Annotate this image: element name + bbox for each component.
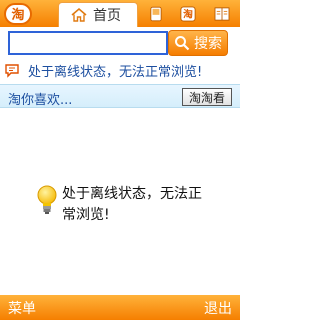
book-icon (214, 7, 230, 21)
search-icon (175, 36, 190, 51)
lightbulb-icon (37, 185, 57, 214)
offline-message-text: 处于离线状态，无法正常浏览! (62, 186, 202, 223)
recommend-bar: 淘你喜欢... 淘淘看 (0, 84, 240, 108)
offline-notice: 处于离线状态，无法正常浏览! (0, 59, 240, 81)
search-area: 搜索 (0, 27, 240, 59)
taobao-icon: 淘 (180, 6, 196, 22)
menu-softkey[interactable]: 菜单 (8, 298, 36, 318)
tab-book[interactable] (212, 4, 232, 24)
search-button-label: 搜索 (194, 36, 222, 52)
taobao-logo[interactable]: 淘 (2, 1, 34, 26)
offline-message: 处于离线状态，无法正常浏览! (36, 184, 216, 228)
svg-text:淘: 淘 (183, 8, 193, 21)
tab-home-label: 首页 (93, 8, 121, 24)
recommend-title[interactable]: 淘你喜欢... (8, 89, 72, 108)
search-input[interactable] (8, 31, 168, 55)
tab-taobao[interactable]: 淘 (178, 4, 198, 24)
logo-badge: 淘 (4, 2, 32, 25)
phone-icon (150, 6, 162, 22)
exit-softkey[interactable]: 退出 (204, 298, 232, 318)
top-tab-bar: 淘 首页 淘 (0, 0, 240, 27)
tab-phone[interactable] (146, 4, 166, 24)
search-button[interactable]: 搜索 (168, 30, 228, 56)
taotaokan-button[interactable]: 淘淘看 (182, 88, 232, 106)
message-icon (5, 64, 19, 78)
home-icon (71, 7, 87, 22)
tab-home[interactable]: 首页 (58, 2, 138, 27)
offline-notice-text: 处于离线状态，无法正常浏览! (28, 64, 203, 80)
softkey-bar: 菜单 退出 (0, 295, 240, 320)
